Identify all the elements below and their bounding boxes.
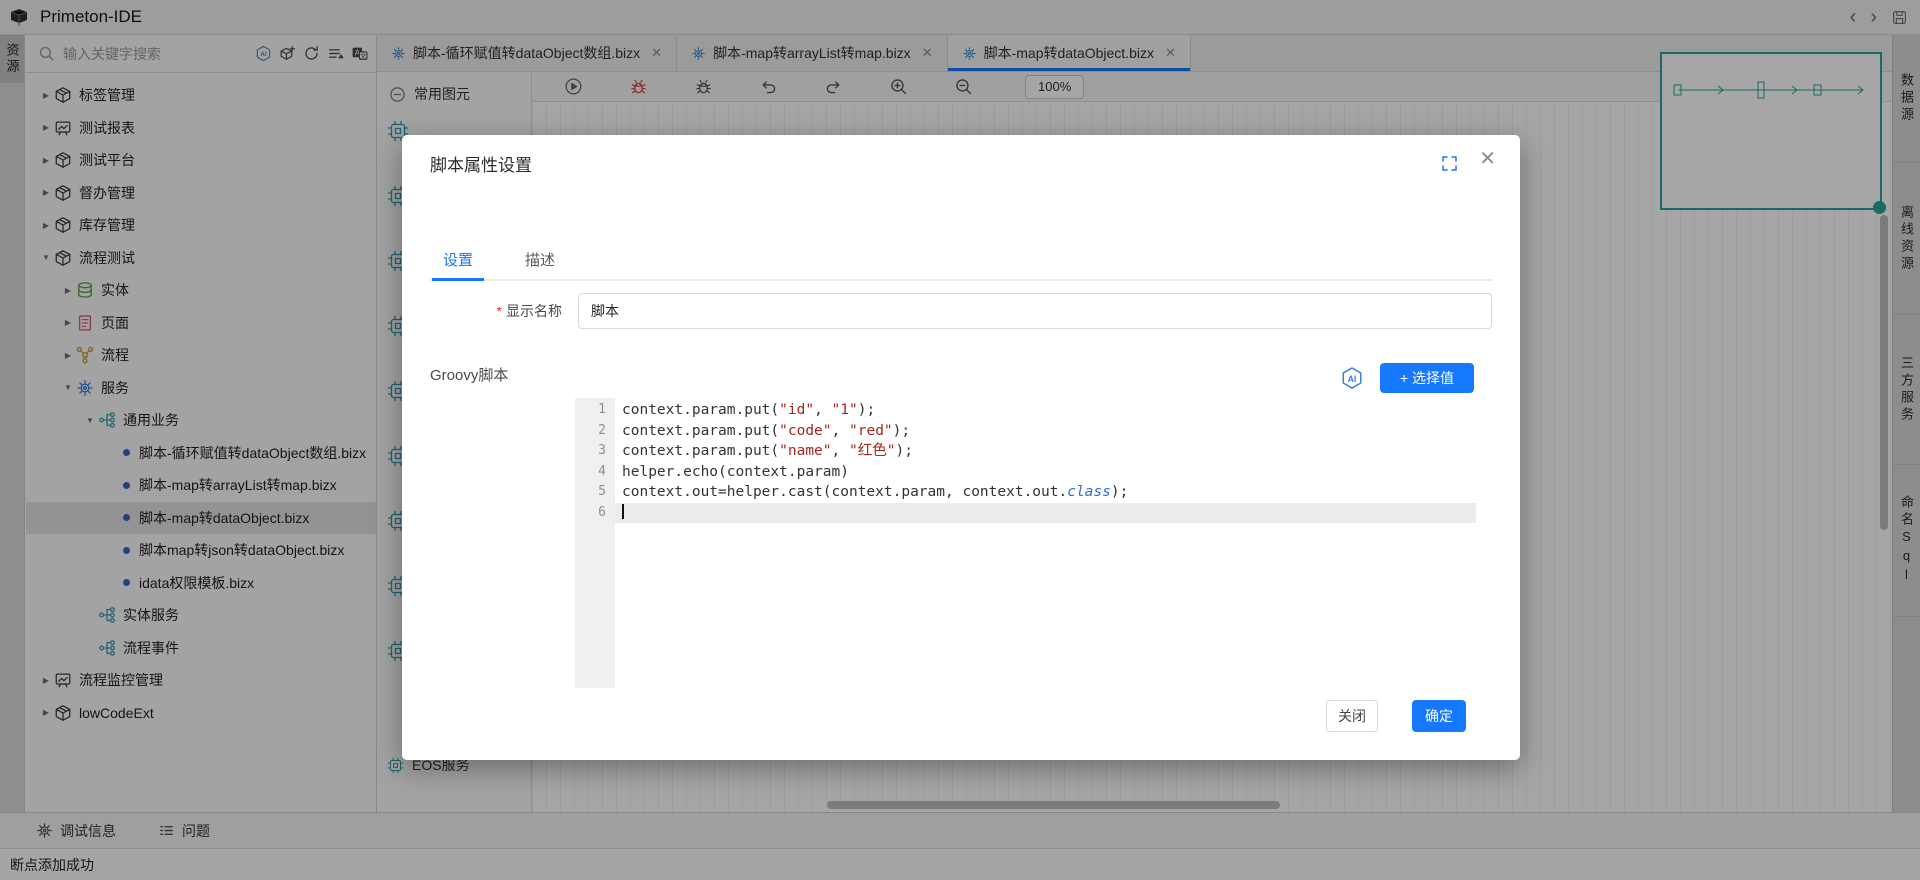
groovy-script-label: Groovy脚本	[430, 364, 508, 385]
ai-assist-button[interactable]: AI	[1340, 366, 1364, 390]
line-number: 4	[575, 462, 606, 483]
code-line[interactable]: context.param.put("code", "red");	[615, 421, 1476, 442]
script-properties-dialog: 脚本属性设置 ✕ 设置描述 *显示名称 Groovy脚本 AI + 选择值 12…	[402, 135, 1520, 760]
ok-button[interactable]: 确定	[1412, 700, 1466, 732]
dialog-tab-设置[interactable]: 设置	[430, 237, 486, 279]
line-number-gutter: 123456	[575, 398, 615, 688]
display-name-label: *显示名称	[430, 293, 562, 329]
code-line[interactable]: context.param.put("name", "红色");	[615, 441, 1476, 462]
line-number: 5	[575, 482, 606, 503]
dialog-tab-描述[interactable]: 描述	[512, 237, 568, 279]
svg-text:AI: AI	[1348, 374, 1357, 384]
display-name-input[interactable]	[578, 293, 1492, 329]
code-line[interactable]: context.param.put("id", "1");	[615, 400, 1476, 421]
close-button[interactable]: 关闭	[1326, 700, 1378, 732]
text-cursor	[622, 504, 624, 519]
code-line[interactable]: context.out=helper.cast(context.param, c…	[615, 482, 1476, 503]
required-asterisk: *	[497, 303, 502, 319]
dialog-tabs: 设置描述	[430, 237, 1492, 281]
maximize-icon[interactable]	[1441, 155, 1458, 172]
code-area[interactable]: context.param.put("id", "1");context.par…	[615, 398, 1476, 688]
line-number: 3	[575, 441, 606, 462]
line-number: 2	[575, 421, 606, 442]
line-number: 1	[575, 400, 606, 421]
dialog-title: 脚本属性设置	[430, 151, 532, 176]
primeton-ide-window: Primeton-IDE ‹ › 资源 输入关键字搜索 AIA文 ▶标签管理▶测…	[0, 0, 1920, 880]
groovy-code-editor[interactable]: 123456 context.param.put("id", "1");cont…	[575, 398, 1476, 688]
code-line[interactable]: helper.echo(context.param)	[615, 462, 1476, 483]
select-value-button[interactable]: + 选择值	[1380, 363, 1474, 393]
code-line[interactable]	[615, 503, 1476, 524]
close-icon[interactable]: ✕	[1479, 149, 1496, 169]
line-number: 6	[575, 503, 606, 524]
